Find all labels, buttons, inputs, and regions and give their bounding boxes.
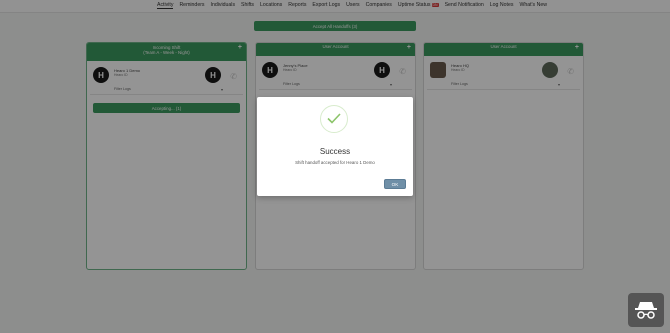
ok-button[interactable]: OK — [384, 179, 406, 189]
dialog-title: Success — [319, 147, 351, 156]
incognito-icon[interactable] — [628, 293, 664, 327]
dialog-message: Shift handoff accepted for Hearo 1 Demo — [295, 160, 375, 165]
success-dialog: Success Shift handoff accepted for Hearo… — [257, 97, 413, 196]
check-icon — [320, 105, 348, 133]
